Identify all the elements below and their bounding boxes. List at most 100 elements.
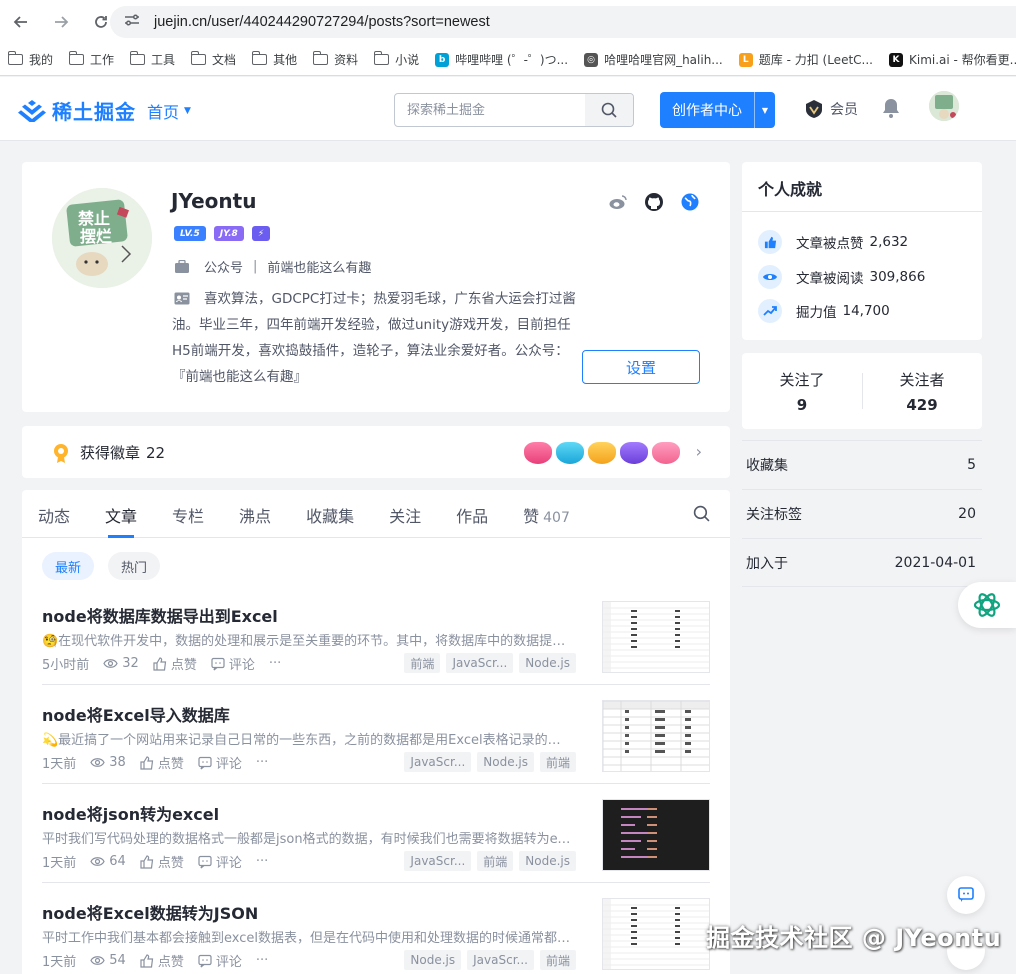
comment-label: 评论 — [215, 856, 242, 871]
more-options-icon[interactable]: ··· — [269, 656, 281, 671]
address-bar[interactable]: juejin.cn/user/440244290727294/posts?sor… — [110, 6, 1016, 38]
creator-center-button[interactable]: 创作者中心 ▼ — [660, 92, 775, 128]
tab-5[interactable]: 关注 — [389, 490, 421, 537]
article-item[interactable]: node将Excel数据转为JSON 平时工作中我们基本都会接触到excel数据表… — [42, 883, 710, 974]
vip-label: 会员 — [830, 102, 858, 118]
bookmark-item[interactable]: 我的 — [7, 51, 53, 68]
search-input[interactable] — [395, 94, 585, 126]
article-title[interactable]: node将Excel数据转为JSON — [42, 900, 258, 924]
article-tag[interactable]: Node.js — [404, 950, 462, 970]
medal-badge — [524, 442, 552, 464]
article-tag[interactable]: Node.js — [519, 851, 576, 871]
search-button[interactable] — [585, 94, 633, 126]
tab-3[interactable]: 沸点 — [239, 490, 271, 537]
comment-button[interactable]: 评论 — [198, 753, 242, 772]
home-nav-dropdown[interactable]: 首页 ▼ — [147, 99, 191, 123]
thumbs-up-icon — [153, 656, 167, 671]
bookmark-item[interactable]: 工具 — [129, 51, 175, 68]
article-title[interactable]: node将数据库数据导出到Excel — [42, 603, 278, 627]
tab-6[interactable]: 作品 — [456, 490, 488, 537]
tab-1[interactable]: 文章 — [105, 490, 137, 537]
bookmark-item[interactable]: b 哔哩哔哩 (゜-゜)つ... — [435, 51, 568, 68]
bookmark-item[interactable]: K Kimi.ai - 帮你看更... — [888, 51, 1016, 68]
comment-button[interactable]: 评论 — [211, 654, 255, 673]
bookmark-item[interactable]: 资料 — [312, 51, 358, 68]
collections-stat[interactable]: 收藏集 5 — [742, 440, 982, 489]
article-tag[interactable]: JavaScr... — [404, 851, 472, 871]
article-thumbnail[interactable] — [602, 700, 710, 772]
vip-link[interactable]: 会员 — [804, 99, 858, 119]
article-tag[interactable]: Node.js — [477, 752, 534, 772]
bookmark-item[interactable]: 文档 — [190, 51, 236, 68]
article-title[interactable]: node将Excel导入数据库 — [42, 702, 230, 726]
article-time: 1天前 — [42, 856, 77, 871]
article-tag[interactable]: 前端 — [404, 653, 441, 673]
homepage-globe-icon[interactable] — [680, 192, 700, 212]
more-options-icon[interactable]: ··· — [256, 854, 268, 869]
more-options-icon[interactable]: ··· — [256, 755, 268, 770]
like-button[interactable]: 点赞 — [140, 852, 184, 871]
article-tag[interactable]: 前端 — [477, 851, 514, 871]
article-tag[interactable]: JavaScr... — [467, 950, 534, 970]
followers-value: 429 — [906, 396, 938, 414]
site-settings-icon[interactable] — [124, 13, 140, 31]
bookmark-item[interactable]: 小说 — [373, 51, 419, 68]
header-avatar[interactable] — [929, 91, 959, 121]
back-arrow-icon[interactable] — [10, 11, 32, 33]
following-count[interactable]: 关注了 9 — [742, 353, 862, 429]
medals-label: 获得徽章 — [80, 444, 141, 462]
article-meta: 1天前 54 点赞 评论 ··· — [42, 951, 282, 970]
weibo-icon[interactable] — [608, 192, 628, 212]
medals-card[interactable]: 获得徽章 22 › — [22, 426, 730, 478]
creator-dropdown-caret-icon[interactable]: ▼ — [754, 92, 775, 128]
article-item[interactable]: node将数据库数据导出到Excel 🧐在现代软件开发中，数据的处理和展示是至关重… — [42, 586, 710, 685]
medal-badge — [556, 442, 584, 464]
followed-tags-label: 关注标签 — [746, 507, 802, 523]
followers-count[interactable]: 关注者 429 — [862, 353, 982, 429]
bookmark-item[interactable]: L 题库 - 力扣 (LeetC... — [738, 51, 873, 68]
article-title[interactable]: node将json转为excel — [42, 801, 219, 825]
article-tag[interactable]: JavaScr... — [446, 653, 514, 673]
forward-arrow-icon[interactable] — [50, 11, 72, 33]
feed-search-icon[interactable] — [693, 505, 710, 526]
views-count: 38 — [109, 755, 126, 770]
bookmark-item[interactable]: 其他 — [251, 51, 297, 68]
article-tag[interactable]: JavaScr... — [404, 752, 472, 772]
article-tag[interactable]: Node.js — [519, 653, 576, 673]
bookmark-item[interactable]: ◎ 哈哩哈哩官网_halih... — [584, 51, 723, 68]
article-thumbnail[interactable] — [602, 799, 710, 871]
comment-button[interactable]: 评论 — [198, 951, 242, 970]
tab-7[interactable]: 赞 407 — [523, 490, 570, 537]
article-tag[interactable]: 前端 — [539, 950, 576, 970]
more-options-icon[interactable]: ··· — [256, 953, 268, 968]
reload-icon[interactable] — [90, 11, 112, 33]
tab-2[interactable]: 专栏 — [172, 490, 204, 537]
article-item[interactable]: node将json转为excel 平时我们写代码处理的数据格式一般都是json格式… — [42, 784, 710, 883]
comment-button[interactable]: 评论 — [198, 852, 242, 871]
vip-icon — [806, 100, 822, 118]
article-thumbnail[interactable] — [602, 898, 710, 970]
github-icon[interactable] — [644, 192, 664, 212]
posts-feed: 动态 文章 专栏 沸点 收藏集 关注 作品 赞 407 最新 热门 node将数据库数据导出到E… — [22, 490, 730, 974]
company-label: 前端也能这么有趣 — [267, 261, 372, 276]
juejin-logo[interactable]: 稀土掘金 — [18, 96, 136, 125]
tab-4[interactable]: 收藏集 — [306, 490, 354, 537]
notification-bell-icon[interactable] — [880, 97, 902, 123]
tab-0[interactable]: 动态 — [38, 490, 70, 537]
like-button[interactable]: 点赞 — [140, 753, 184, 772]
likes-value: 2,632 — [869, 234, 909, 250]
article-thumbnail[interactable] — [602, 601, 710, 673]
sort-hot-chip[interactable]: 热门 — [108, 552, 161, 580]
reads-label: 文章被阅读 — [796, 271, 864, 287]
article-tag[interactable]: 前端 — [539, 752, 576, 772]
ai-assistant-button[interactable] — [958, 582, 1016, 628]
sort-newest-chip[interactable]: 最新 — [42, 552, 95, 580]
followed-tags-stat[interactable]: 关注标签 20 — [742, 489, 982, 538]
like-button[interactable]: 点赞 — [153, 654, 197, 673]
logo-text: 稀土掘金 — [52, 100, 136, 124]
like-button[interactable]: 点赞 — [140, 951, 184, 970]
article-item[interactable]: node将Excel导入数据库 💫最近搞了一个网站用来记录自己日常的一些东西，之前… — [42, 685, 710, 784]
settings-button[interactable]: 设置 — [582, 350, 700, 384]
bookmark-item[interactable]: 工作 — [68, 51, 114, 68]
feedback-chat-button[interactable] — [947, 876, 985, 914]
